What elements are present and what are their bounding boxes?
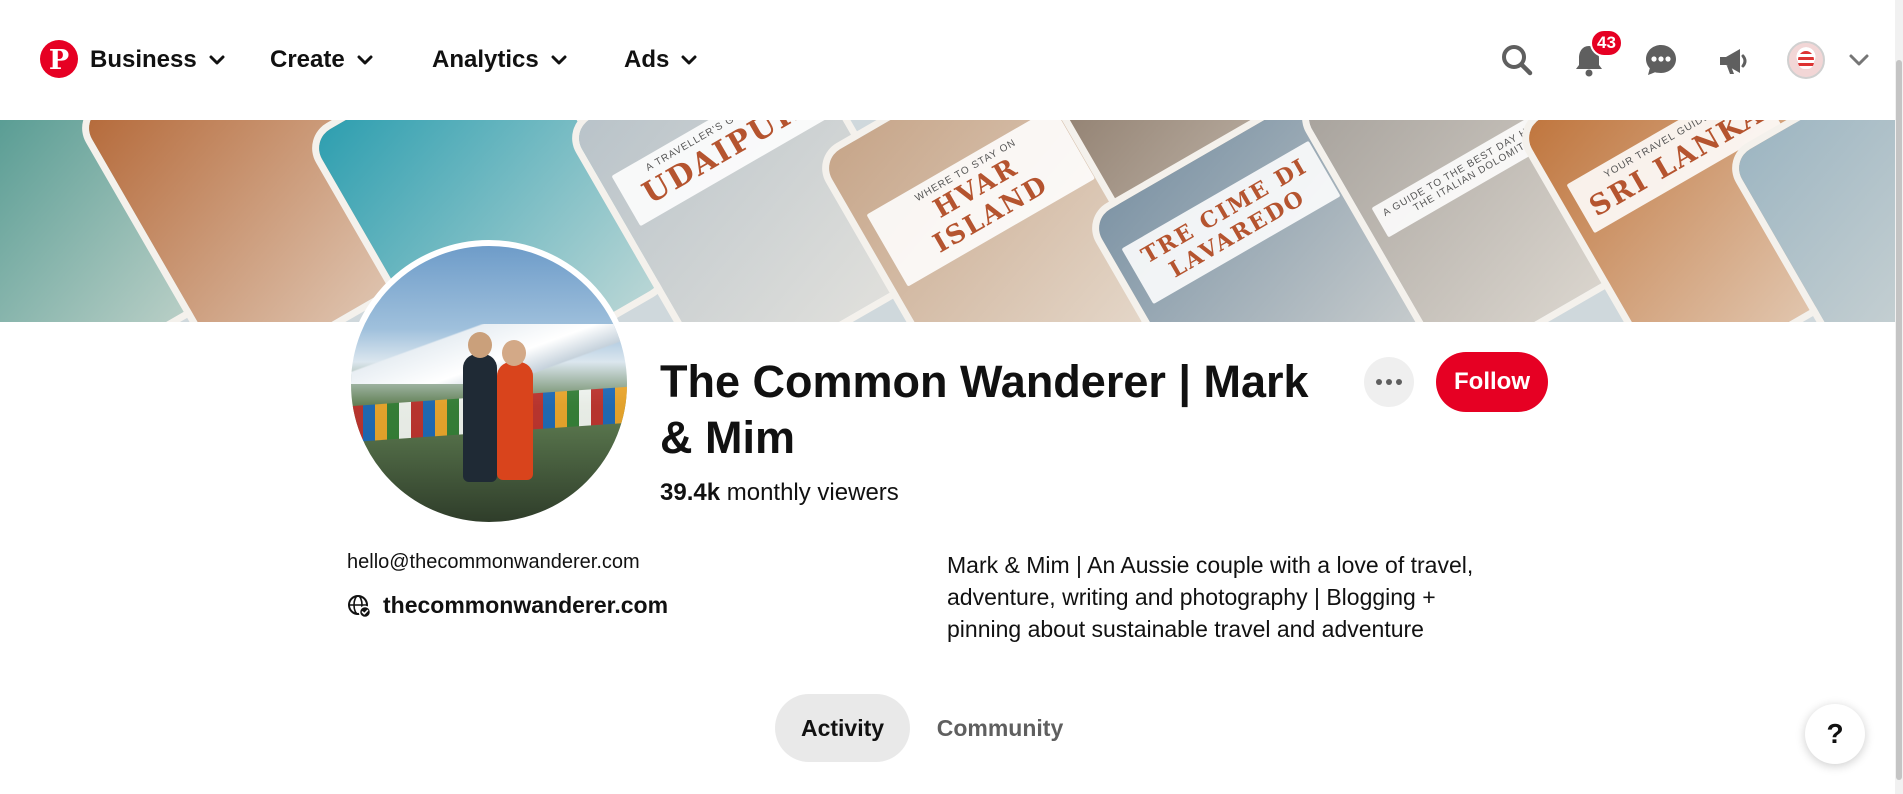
- ellipsis-icon: [1376, 379, 1382, 385]
- analytics-menu-label: Analytics: [432, 46, 539, 73]
- more-options-button[interactable]: [1364, 357, 1414, 407]
- tab-community[interactable]: Community: [925, 694, 1075, 762]
- tab-activity[interactable]: Activity: [775, 694, 910, 762]
- monthly-viewers: 39.4k monthly viewers: [660, 479, 899, 507]
- messages-button[interactable]: [1638, 37, 1684, 83]
- business-menu[interactable]: Business: [90, 46, 225, 74]
- search-button[interactable]: [1494, 37, 1540, 83]
- megaphone-icon: [1720, 49, 1747, 74]
- analytics-menu[interactable]: Analytics: [432, 46, 567, 74]
- profile-name: The Common Wanderer | Mark & Mim: [660, 356, 1309, 463]
- monthly-viewers-label: monthly viewers: [720, 479, 899, 506]
- page-scrollbar[interactable]: [1895, 0, 1903, 794]
- chevron-down-icon: [357, 55, 373, 65]
- create-menu-label: Create: [270, 46, 345, 73]
- profile-bio: Mark & Mim | An Aussie couple with a lov…: [947, 552, 1474, 642]
- pinterest-logo[interactable]: P: [40, 40, 78, 78]
- speech-bubble-icon: [1646, 45, 1676, 75]
- chevron-down-icon: [551, 55, 567, 65]
- scrollbar-thumb[interactable]: [1896, 60, 1902, 780]
- follow-button[interactable]: Follow: [1436, 352, 1548, 412]
- profile-email[interactable]: hello@thecommonwanderer.com: [347, 551, 640, 574]
- create-menu[interactable]: Create: [270, 46, 373, 74]
- ads-menu[interactable]: Ads: [624, 46, 697, 74]
- profile-website-link[interactable]: thecommonwanderer.com: [347, 592, 668, 619]
- profile-avatar[interactable]: [345, 240, 633, 528]
- monthly-viewers-count: 39.4k: [660, 479, 721, 506]
- help-button[interactable]: ?: [1805, 704, 1865, 764]
- chevron-down-icon: [209, 55, 225, 65]
- user-avatar[interactable]: [1787, 41, 1825, 79]
- search-icon: [1502, 45, 1533, 76]
- business-menu-label: Business: [90, 46, 197, 73]
- verified-globe-icon: [348, 594, 371, 618]
- notifications-badge: 43: [1590, 29, 1623, 57]
- notifications-button[interactable]: 43: [1566, 29, 1623, 83]
- top-navigation: P Business Create Analytics Ads 43: [0, 0, 1895, 120]
- chevron-down-icon[interactable]: [1848, 52, 1870, 68]
- profile-website-text: thecommonwanderer.com: [383, 592, 669, 618]
- updates-button[interactable]: [1710, 37, 1756, 83]
- chevron-down-icon: [681, 55, 697, 65]
- profile-cover: A TRAVELLER'S GUIDE TO UDAIPUR WHERE TO S…: [0, 120, 1895, 322]
- ads-menu-label: Ads: [624, 46, 670, 73]
